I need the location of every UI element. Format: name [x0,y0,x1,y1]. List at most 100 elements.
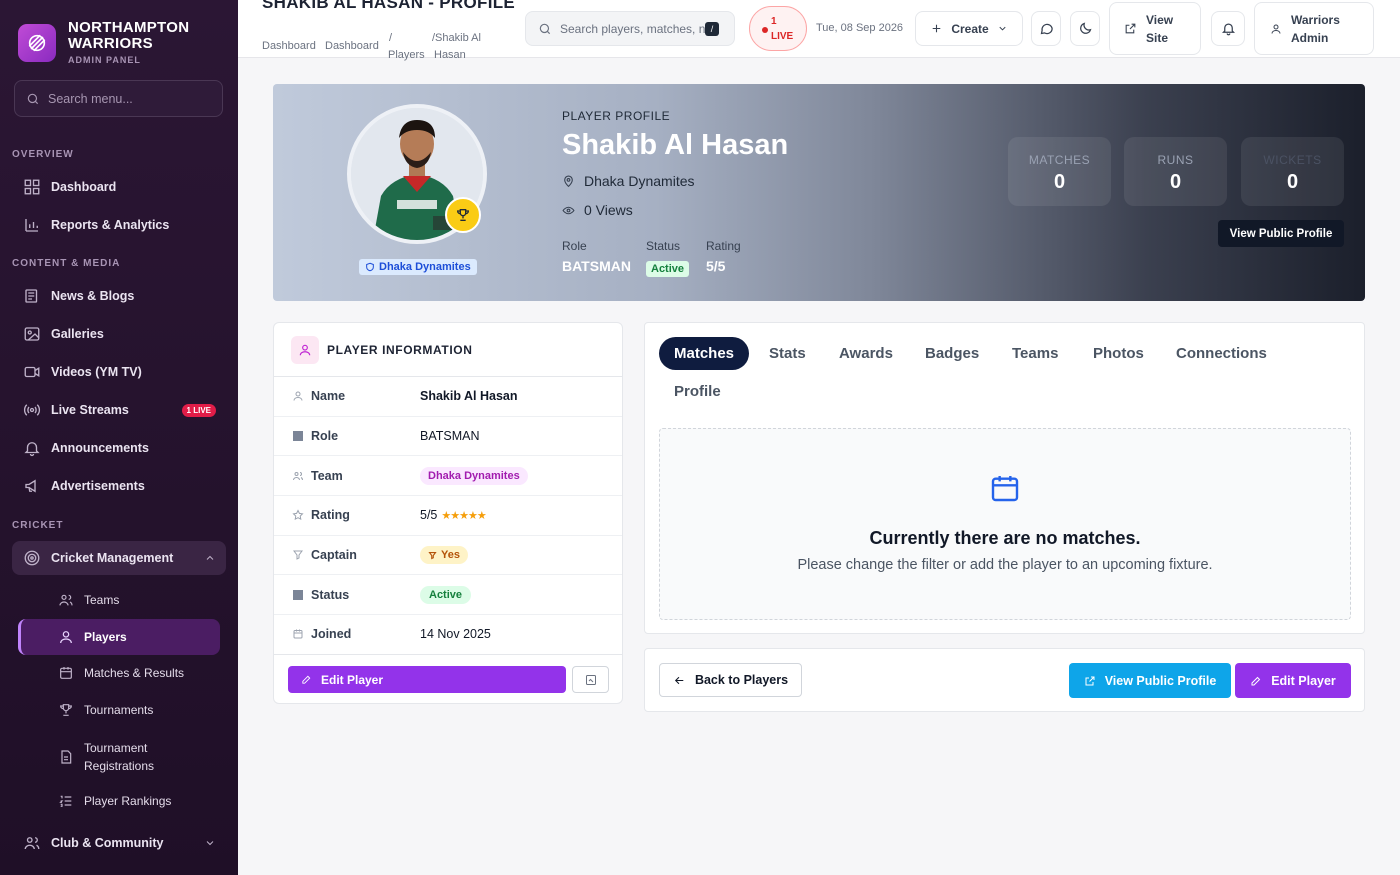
sidebar-item-galleries[interactable]: Galleries [12,317,226,351]
status-badge: Active [646,261,690,277]
stat-value: 0 [1169,171,1182,193]
tab-matches[interactable]: Matches [659,337,750,370]
info-key: Joined [311,627,352,642]
info-value: 5/5 [420,508,438,523]
sidebar-item-players[interactable]: Players [18,619,220,655]
sidebar-item-label: Teams [84,593,120,607]
sidebar: NORTHAMPTON WARRIORS ADMIN PANEL OVERVIE… [0,0,238,875]
trophy-icon [60,704,72,716]
user-icon [291,335,319,364]
edit-player-button[interactable]: Edit Player [288,666,566,693]
sidebar-item-tournaments[interactable]: Tournaments [50,702,220,718]
player-hero: Dhaka Dynamites PLAYER PROFILE Shakib Al… [273,84,1365,301]
sidebar-group-cricket-management[interactable]: Cricket Management [12,541,226,575]
stat-label: RUNS [1157,153,1194,167]
global-search-input[interactable] [560,21,705,36]
plus-icon [933,24,941,33]
sidebar-search[interactable] [14,80,223,117]
top-header: SHAKIB AL HASAN - PROFILE Dashboard Dash… [238,0,1400,61]
sidebar-item-videos[interactable]: Videos (YM TV) [12,355,226,389]
stat-runs: RUNS 0 [1124,137,1227,206]
view-site-button[interactable]: View Site [1109,2,1201,55]
broadcast-icon [23,404,41,416]
player-views: 0 Views [562,202,633,218]
captain-badge: Yes [420,546,468,565]
profile-label: PLAYER PROFILE [562,109,671,123]
sidebar-item-news[interactable]: News & Blogs [12,279,226,313]
theme-toggle-button[interactable] [1070,11,1100,46]
live-label: LIVE [771,31,794,42]
breadcrumb-current-2: Hasan [434,49,466,61]
tab-connections[interactable]: Connections [1161,337,1282,370]
edit-player-button[interactable]: Edit Player [1235,663,1351,698]
sidebar-item-reports[interactable]: Reports & Analytics [12,208,226,242]
sidebar-search-input[interactable] [48,91,208,106]
more-actions-button[interactable] [572,666,609,693]
info-row-status: Status Active [274,575,622,616]
breadcrumb-current: /Shakib Al [432,32,481,44]
brand[interactable]: NORTHAMPTON WARRIORS ADMIN PANEL [18,20,198,65]
sidebar-group-club-community[interactable]: Club & Community [12,826,226,860]
sidebar-item-label: Club & Community [51,836,164,850]
user-menu-button[interactable]: Warriors Admin [1254,2,1374,55]
player-name: Shakib Al Hasan [562,129,789,161]
brand-subtitle: ADMIN PANEL [68,55,141,65]
tab-badges[interactable]: Badges [910,337,994,370]
team-chip: Dhaka Dynamites [359,259,477,275]
player-team-label: Dhaka Dynamites [584,173,695,189]
tab-stats[interactable]: Stats [754,337,821,370]
sidebar-item-label: Player Rankings [84,794,172,808]
sidebar-item-live-streams[interactable]: Live Streams 1 LIVE [12,393,226,427]
pencil-icon [1251,676,1261,685]
stat-matches: MATCHES 0 [1008,137,1111,206]
brand-name: NORTHAMPTON WARRIORS [68,19,190,52]
empty-subtitle: Please change the filter or add the play… [797,557,1213,573]
filter-icon [428,551,437,560]
tab-profile[interactable]: Profile [659,375,736,408]
breadcrumb-dashboard-2[interactable]: Dashboard [325,40,379,52]
info-row-rating: Rating 5/5 ★★★★★ [274,496,622,536]
tab-photos[interactable]: Photos [1078,337,1159,370]
view-public-profile-button[interactable]: View Public Profile [1069,663,1231,698]
public-profile-label: View Public Profile [1104,673,1217,688]
chevron-down-icon [206,841,214,846]
sidebar-item-label: Advertisements [51,479,145,493]
view-site-label: View [1146,12,1174,27]
live-count-badge: 1 LIVE [181,403,216,417]
current-date: Tue, 08 Sep 2026 [816,22,904,34]
sidebar-item-dashboard[interactable]: Dashboard [12,170,226,204]
info-value: Shakib Al Hasan [420,389,518,404]
shield-icon [366,262,374,272]
back-label: Back to Players [694,673,789,687]
user-role: Admin [1291,30,1329,45]
sidebar-item-matches[interactable]: Matches & Results [50,665,220,681]
view-public-profile-button[interactable]: View Public Profile [1218,220,1344,247]
sidebar-item-tournament-registrations[interactable]: Tournament Registrations [50,739,220,775]
info-row-captain: Captain Yes [274,536,622,576]
info-row-team: Team Dhaka Dynamites [274,456,622,497]
breadcrumb-players[interactable]: Players [388,49,425,61]
chat-button[interactable] [1031,11,1061,46]
create-button[interactable]: Create [915,11,1023,46]
player-team: Dhaka Dynamites [562,173,695,189]
live-indicator[interactable]: 1 LIVE [749,6,807,51]
sidebar-item-label: Galleries [51,327,104,341]
tab-awards[interactable]: Awards [824,337,908,370]
square-icon [293,431,303,442]
external-link-icon [1085,676,1095,685]
team-badge: Dhaka Dynamites [420,466,528,485]
section-content: CONTENT & MEDIA [12,258,121,269]
sidebar-item-teams[interactable]: Teams [50,592,220,608]
sidebar-item-label: Dashboard [51,180,117,194]
global-search[interactable]: / [525,11,735,46]
sidebar-item-announcements[interactable]: Announcements [12,431,226,465]
tab-teams[interactable]: Teams [997,337,1073,370]
sidebar-item-advertisements[interactable]: Advertisements [12,469,226,503]
notifications-button[interactable] [1211,11,1245,46]
back-to-players-button[interactable]: Back to Players [659,663,802,697]
sidebar-item-label: Tournament Registrations [84,741,155,773]
status-label: Status [646,239,681,253]
breadcrumb-dashboard[interactable]: Dashboard [262,40,316,52]
sidebar-item-label: Tournaments [84,703,154,717]
sidebar-item-rankings[interactable]: Player Rankings [50,793,220,809]
